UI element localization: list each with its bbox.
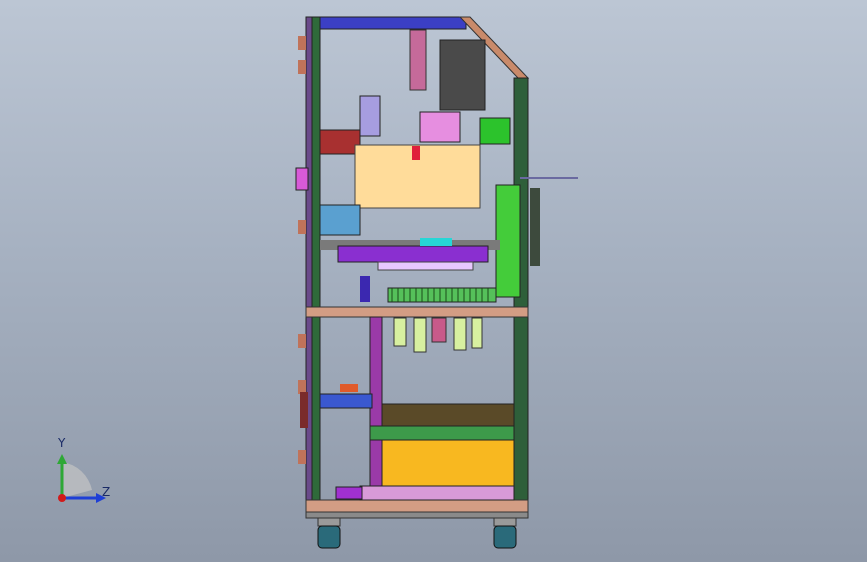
machine-model[interactable] xyxy=(295,16,578,549)
axes-icon xyxy=(57,454,106,503)
orientation-triad: Y Z xyxy=(48,436,118,510)
y-axis-label: Y xyxy=(58,436,66,450)
3d-model-viewport[interactable] xyxy=(0,0,867,562)
z-axis-label: Z xyxy=(102,485,111,499)
